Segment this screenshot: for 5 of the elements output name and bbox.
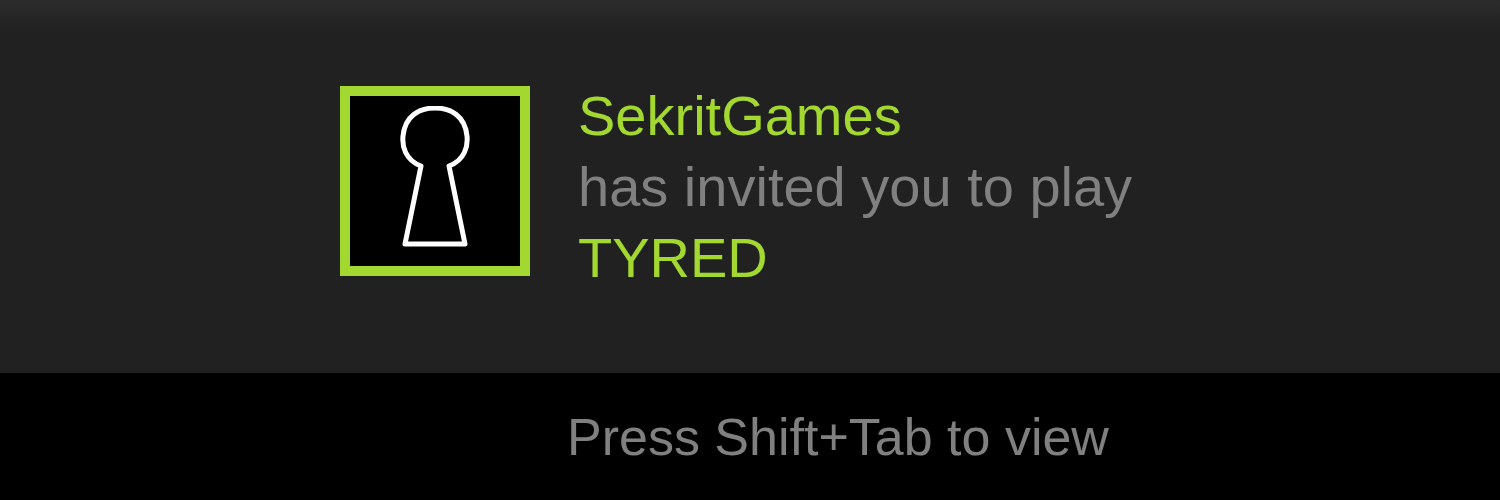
game-title: TYRED — [578, 225, 769, 291]
invite-message: has invited you to play — [578, 154, 1133, 220]
keyhole-icon — [340, 86, 530, 276]
shortcut-hint: Press Shift+Tab to view — [567, 406, 1109, 467]
sender-name: SekritGames — [578, 83, 903, 149]
